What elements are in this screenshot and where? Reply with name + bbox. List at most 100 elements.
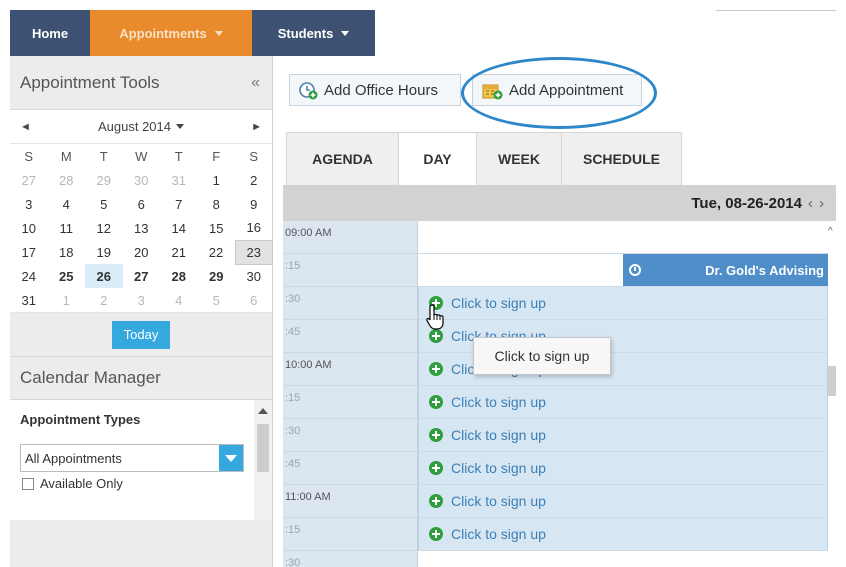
calendar-day[interactable]: 1 xyxy=(198,168,236,192)
current-date: Tue, 08-26-2014 xyxy=(691,194,802,212)
calendar-day[interactable]: 28 xyxy=(48,168,86,192)
calendar-day[interactable]: 20 xyxy=(123,240,161,264)
calendar-day[interactable]: 30 xyxy=(235,264,273,288)
time-slot[interactable]: Dr. Gold's Advising xyxy=(418,254,828,287)
available-only-option[interactable]: Available Only xyxy=(20,476,262,491)
sign-up-link[interactable]: Click to sign up xyxy=(451,295,546,311)
sign-up-link[interactable]: Click to sign up xyxy=(451,460,546,476)
sign-up-link[interactable]: Click to sign up xyxy=(451,493,546,509)
calendar-day[interactable]: 27 xyxy=(123,264,161,288)
dropdown-button[interactable] xyxy=(219,445,243,471)
calendar-day[interactable]: 13 xyxy=(123,216,161,240)
calendar-day[interactable]: 14 xyxy=(160,216,198,240)
time-label: 10:00 AM xyxy=(283,353,418,386)
time-slot[interactable] xyxy=(418,221,828,254)
time-label: 09:00 AM xyxy=(283,221,418,254)
calendar-day-selected[interactable]: 26 xyxy=(85,264,123,288)
calendar-day[interactable]: 4 xyxy=(160,288,198,312)
day-grid: 09:00 AM :15 :30 :45 10:00 AM :15 :30 :4… xyxy=(283,221,836,567)
time-slot[interactable] xyxy=(418,551,828,567)
calendar-day[interactable]: 5 xyxy=(85,192,123,216)
grid-scrollbar[interactable]: ^ xyxy=(828,221,836,567)
scrollbar-thumb[interactable] xyxy=(828,366,836,396)
calendar-day[interactable]: 31 xyxy=(10,288,48,312)
next-month-button[interactable]: ► xyxy=(251,121,262,133)
calendar-day[interactable]: 6 xyxy=(235,288,273,312)
plus-circle-icon xyxy=(429,494,443,508)
calendar-day[interactable]: 15 xyxy=(198,216,236,240)
calendar-day[interactable]: 18 xyxy=(48,240,86,264)
tab-schedule[interactable]: SCHEDULE xyxy=(562,132,682,186)
calendar-day[interactable]: 19 xyxy=(85,240,123,264)
calendar-manager-header[interactable]: Calendar Manager xyxy=(10,356,272,400)
scroll-up-icon[interactable] xyxy=(258,408,268,414)
collapse-panel-button[interactable]: « xyxy=(251,74,260,92)
date-bar: Tue, 08-26-2014 ‹ › xyxy=(283,185,836,221)
sign-up-slot[interactable]: Click to sign up xyxy=(418,386,828,419)
panel-scrollbar[interactable] xyxy=(254,400,272,520)
sign-up-slot[interactable]: Click to sign up xyxy=(418,485,828,518)
sign-up-link[interactable]: Click to sign up xyxy=(451,394,546,410)
sign-up-slot[interactable]: Click to sign up xyxy=(418,452,828,485)
calendar-day[interactable]: 4 xyxy=(48,192,86,216)
scroll-up-icon[interactable]: ^ xyxy=(828,226,833,237)
calendar-day[interactable]: 24 xyxy=(10,264,48,288)
calendar-day[interactable]: 8 xyxy=(198,192,236,216)
today-button[interactable]: Today xyxy=(112,320,170,349)
nav-students[interactable]: Students xyxy=(252,10,375,56)
next-day-button[interactable]: › xyxy=(819,195,824,212)
calendar-day[interactable]: 31 xyxy=(160,168,198,192)
calendar-day[interactable]: 3 xyxy=(123,288,161,312)
sign-up-slot[interactable]: Click to sign up xyxy=(418,518,828,551)
tab-day[interactable]: DAY xyxy=(399,132,477,186)
calendar-day[interactable]: 28 xyxy=(160,264,198,288)
add-office-hours-button[interactable]: Add Office Hours xyxy=(289,74,461,106)
calendar-day[interactable]: 5 xyxy=(198,288,236,312)
prev-day-button[interactable]: ‹ xyxy=(808,195,813,212)
month-select[interactable]: August 2014 xyxy=(98,119,184,134)
weekday-header: T xyxy=(174,148,183,164)
plus-circle-icon xyxy=(429,527,443,541)
calendar-day-today[interactable]: 23 xyxy=(234,239,273,265)
calendar-day[interactable]: 12 xyxy=(85,216,123,240)
nav-appointments[interactable]: Appointments xyxy=(90,10,252,56)
nav-appointments-label: Appointments xyxy=(119,25,207,41)
calendar-day[interactable]: 29 xyxy=(198,264,236,288)
scrollbar-thumb[interactable] xyxy=(257,424,269,472)
weekday-header: S xyxy=(249,148,259,164)
appointment-type-select[interactable]: All Appointments xyxy=(20,444,244,472)
sign-up-link[interactable]: Click to sign up xyxy=(451,427,546,443)
tab-week[interactable]: WEEK xyxy=(477,132,562,186)
calendar-day[interactable]: 22 xyxy=(198,240,236,264)
sign-up-slot[interactable]: Click to sign up xyxy=(418,419,828,452)
calendar-day[interactable]: 2 xyxy=(235,168,273,192)
calendar-day[interactable]: 25 xyxy=(48,264,86,288)
calendar-day[interactable]: 7 xyxy=(160,192,198,216)
calendar-day[interactable]: 6 xyxy=(123,192,161,216)
calendar-day[interactable]: 27 xyxy=(10,168,48,192)
calendar-day[interactable]: 21 xyxy=(160,240,198,264)
calendar-day[interactable]: 2 xyxy=(85,288,123,312)
calendar-day[interactable]: 1 xyxy=(48,288,86,312)
nav-home[interactable]: Home xyxy=(10,10,90,56)
calendar-day[interactable]: 17 xyxy=(10,240,48,264)
calendar-day[interactable]: 9 xyxy=(235,192,273,216)
event-block[interactable]: Dr. Gold's Advising xyxy=(623,254,828,286)
prev-month-button[interactable]: ◄ xyxy=(20,121,31,133)
weekday-header: W xyxy=(135,148,148,164)
calendar-day[interactable]: 16 xyxy=(235,216,273,240)
calendar-day[interactable]: 30 xyxy=(123,168,161,192)
available-only-checkbox[interactable] xyxy=(22,477,34,490)
time-label: :15 xyxy=(283,518,418,551)
sign-up-slot[interactable]: Click to sign up xyxy=(418,287,828,320)
calendar-day[interactable]: 10 xyxy=(10,216,48,240)
tab-agenda[interactable]: AGENDA xyxy=(286,132,399,186)
plus-circle-icon xyxy=(429,362,443,376)
calendar-day[interactable]: 11 xyxy=(48,216,86,240)
plus-circle-icon xyxy=(429,329,443,343)
time-label: :30 xyxy=(283,419,418,452)
sign-up-link[interactable]: Click to sign up xyxy=(451,526,546,542)
calendar-day[interactable]: 29 xyxy=(85,168,123,192)
calendar-day[interactable]: 3 xyxy=(10,192,48,216)
panel-header: Appointment Tools « xyxy=(10,56,272,110)
